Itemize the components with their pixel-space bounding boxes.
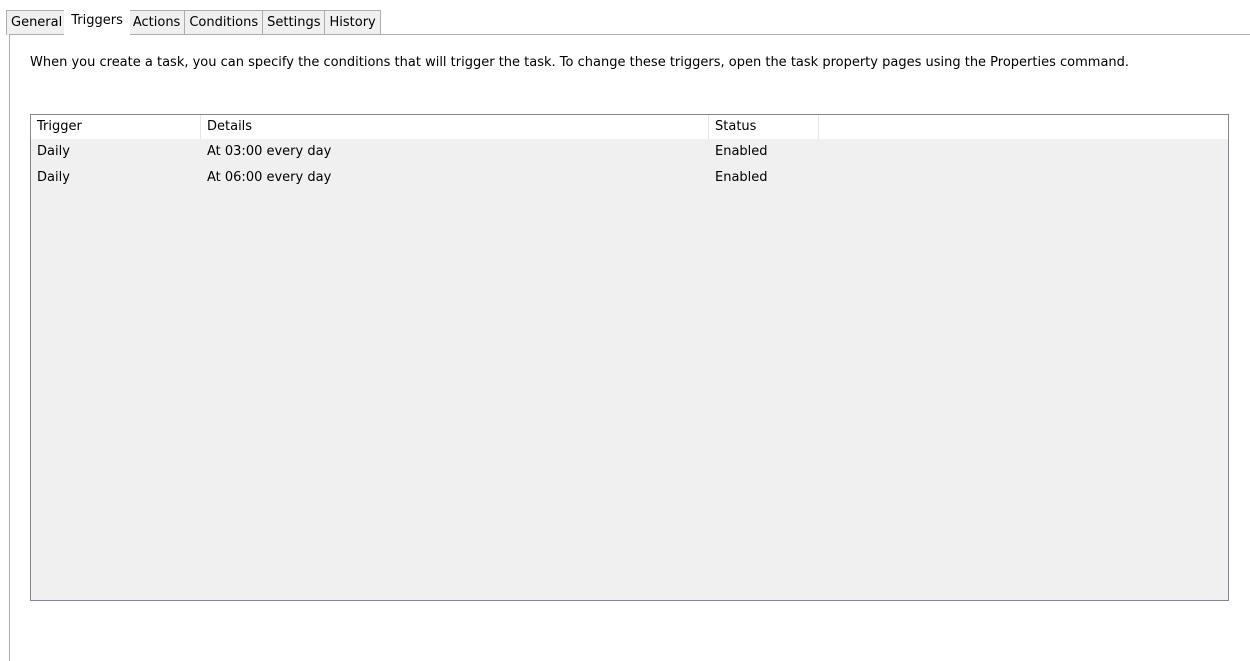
trigger-details-cell: At 03:00 every day xyxy=(207,144,332,159)
tab-triggers[interactable]: Triggers xyxy=(64,7,130,35)
triggers-description: When you create a task, you can specify … xyxy=(30,55,1130,70)
tab-conditions[interactable]: Conditions xyxy=(184,10,264,35)
column-header-status[interactable]: Status xyxy=(709,115,819,139)
triggers-list-header: Trigger Details Status xyxy=(31,115,1228,139)
tab-actions[interactable]: Actions xyxy=(127,10,186,35)
trigger-row[interactable]: Daily At 06:00 every day Enabled xyxy=(31,165,1228,191)
trigger-row[interactable]: Daily At 03:00 every day Enabled xyxy=(31,139,1228,165)
trigger-status-cell: Enabled xyxy=(715,144,768,159)
trigger-status-cell: Enabled xyxy=(715,170,768,185)
trigger-type-cell: Daily xyxy=(37,144,70,159)
triggers-list[interactable]: Trigger Details Status Daily At 03:00 ev… xyxy=(30,114,1229,601)
tab-divider xyxy=(9,34,1250,35)
column-header-trigger[interactable]: Trigger xyxy=(31,115,201,139)
tab-general[interactable]: General xyxy=(6,10,68,35)
trigger-type-cell: Daily xyxy=(37,170,70,185)
panel-left-border xyxy=(9,34,10,661)
trigger-details-cell: At 06:00 every day xyxy=(207,170,332,185)
tab-settings[interactable]: Settings xyxy=(262,10,326,35)
task-properties-panel: General Triggers Actions Conditions Sett… xyxy=(0,0,1250,661)
column-header-details[interactable]: Details xyxy=(201,115,709,139)
tab-history[interactable]: History xyxy=(324,10,381,35)
tab-strip: General Triggers Actions Conditions Sett… xyxy=(6,7,381,35)
